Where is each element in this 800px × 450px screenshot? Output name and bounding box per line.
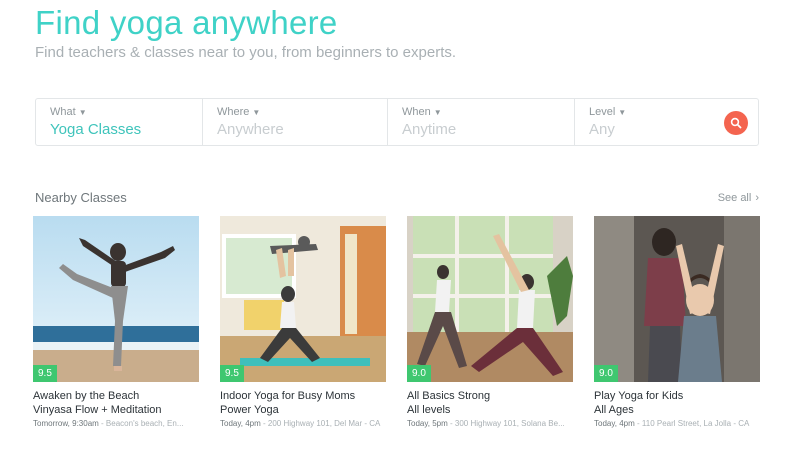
class-photo: 9.5 [220, 216, 386, 382]
nearby-header: Nearby Classes See all › [35, 190, 759, 205]
chevron-right-icon: › [755, 191, 759, 204]
what-field[interactable]: What ▼ Yoga Classes [36, 99, 203, 145]
class-meta: Tomorrow, 9:30am - Beacon's beach, En... [33, 419, 199, 428]
class-photo: 9.0 [594, 216, 760, 382]
chevron-down-icon: ▼ [252, 107, 261, 117]
class-location: - 300 Highway 101, Solana Be... [450, 419, 565, 428]
class-time: Today, 4pm [594, 419, 635, 428]
class-style: All levels [407, 404, 451, 416]
class-time: Today, 5pm [407, 419, 448, 428]
rating-badge: 9.5 [220, 365, 244, 382]
class-card[interactable]: 9.5 Awaken by the Beach Vinyasa Flow + M… [33, 216, 199, 428]
class-location: - 200 Highway 101, Del Mar - CA [263, 419, 381, 428]
class-card[interactable]: 9.0 All Basics Strong All levels Today, … [407, 216, 573, 428]
when-field[interactable]: When ▼ Anytime [388, 99, 575, 145]
see-all-label: See all [717, 191, 752, 204]
search-button[interactable] [724, 111, 748, 135]
class-style: Power Yoga [220, 404, 279, 416]
class-card[interactable]: 9.5 Indoor Yoga for Busy Moms Power Yoga… [220, 216, 386, 428]
rating-badge: 9.0 [407, 365, 431, 382]
page-title: Find yoga anywhere [35, 4, 338, 41]
chevron-down-icon: ▼ [618, 107, 627, 117]
level-label: Level [589, 106, 616, 118]
class-title: Play Yoga for Kids [594, 390, 684, 402]
chevron-down-icon: ▼ [78, 107, 87, 117]
class-location: - Beacon's beach, En... [101, 419, 184, 428]
class-photo: 9.5 [33, 216, 199, 382]
class-title: All Basics Strong [407, 390, 491, 402]
class-time: Today, 4pm [220, 419, 261, 428]
rating-badge: 9.0 [594, 365, 618, 382]
class-card[interactable]: 9.0 Play Yoga for Kids All Ages Today, 4… [594, 216, 760, 428]
class-meta: Today, 5pm - 300 Highway 101, Solana Be.… [407, 419, 573, 428]
class-location: - 110 Pearl Street, La Jolla - CA [637, 419, 750, 428]
page-subtitle: Find teachers & classes near to you, fro… [35, 44, 457, 61]
section-title: Nearby Classes [35, 190, 127, 205]
class-title: Awaken by the Beach [33, 390, 140, 402]
rating-badge: 9.5 [33, 365, 57, 382]
what-label: What [50, 106, 76, 118]
search-icon [730, 117, 742, 129]
see-all-link[interactable]: See all › [718, 192, 759, 204]
class-photo: 9.0 [407, 216, 573, 382]
when-label: When [402, 106, 431, 118]
class-style: All Ages [594, 404, 634, 416]
when-value: Anytime [402, 121, 457, 138]
what-value: Yoga Classes [50, 121, 142, 138]
class-meta: Today, 4pm - 110 Pearl Street, La Jolla … [594, 419, 760, 428]
where-value: Anywhere [217, 121, 284, 138]
class-list: 9.5 Awaken by the Beach Vinyasa Flow + M… [33, 216, 760, 428]
class-title: Indoor Yoga for Busy Moms [220, 390, 356, 402]
where-field[interactable]: Where ▼ Anywhere [203, 99, 388, 145]
search-bar: What ▼ Yoga Classes Where ▼ Anywhere When ▼… [35, 98, 759, 146]
class-meta: Today, 4pm - 200 Highway 101, Del Mar - … [220, 419, 386, 428]
level-field[interactable]: Level ▼ Any [575, 99, 758, 145]
class-style: Vinyasa Flow + Meditation [33, 404, 162, 416]
class-time: Tomorrow, 9:30am [33, 419, 99, 428]
chevron-down-icon: ▼ [433, 107, 442, 117]
where-label: Where [217, 106, 250, 118]
